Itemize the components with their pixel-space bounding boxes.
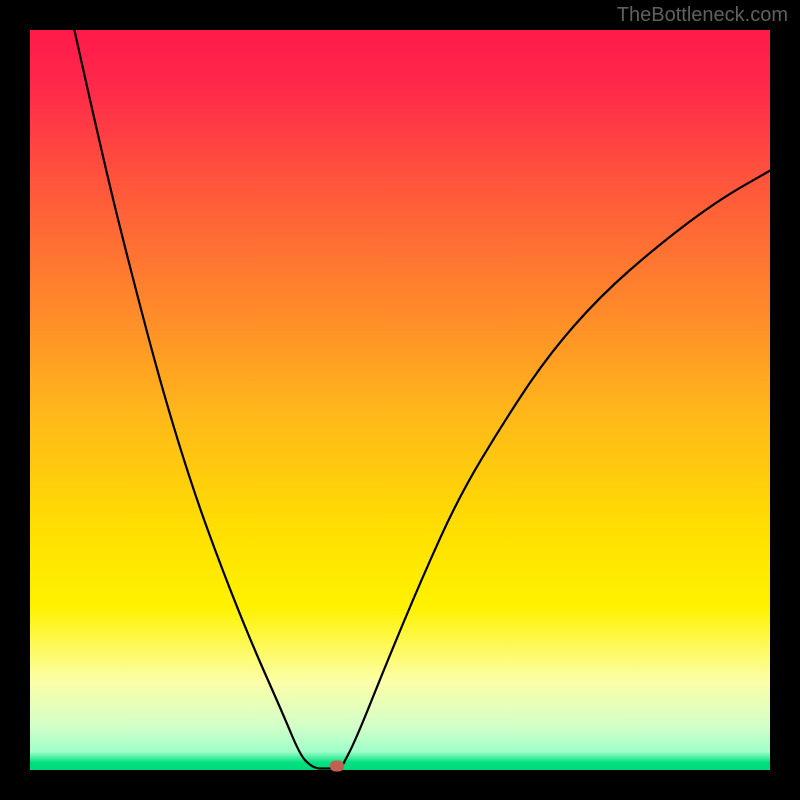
watermark-text: TheBottleneck.com <box>617 4 788 27</box>
bottleneck-curve <box>74 30 770 769</box>
chart-curve-svg <box>30 30 770 770</box>
optimum-marker <box>330 761 344 772</box>
chart-plot-area <box>30 30 770 770</box>
